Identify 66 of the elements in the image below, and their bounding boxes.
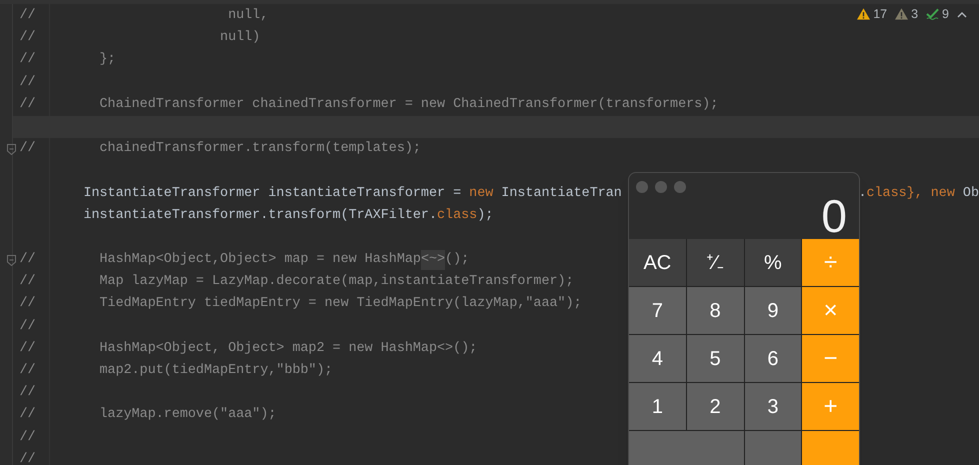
comment-marker: //	[19, 428, 36, 447]
warning-icon	[857, 8, 870, 20]
code-text: TiedMapEntry tiedMapEntry = new TiedMapEntry(lazyMap,"aaa");	[98, 295, 582, 314]
inspection-count: 9	[942, 6, 949, 23]
code-text: class	[437, 206, 478, 225]
window-control[interactable]	[655, 181, 667, 193]
calculator-key[interactable]: 6	[744, 335, 802, 382]
calculator-key[interactable]	[629, 431, 744, 465]
calculator-key[interactable]: 3	[744, 383, 802, 430]
calculator-key[interactable]: 9	[744, 287, 802, 334]
calculator-key[interactable]: 7	[629, 287, 686, 334]
calculator-key[interactable]: 2	[686, 383, 744, 430]
code-text: null)	[219, 29, 260, 48]
calculator-display: 0	[821, 193, 847, 239]
inspection-count: 17	[873, 6, 888, 23]
window-control[interactable]	[674, 181, 686, 193]
code-text: map2.put(tiedMapEntry,"bbb");	[98, 362, 333, 380]
warning-icon	[895, 8, 908, 20]
calculator-key[interactable]: 1	[629, 383, 686, 430]
code-text: InstantiateTran	[500, 184, 622, 203]
calculator-key[interactable]: AC	[629, 239, 686, 286]
calculator-key[interactable]: %	[744, 239, 802, 286]
comment-marker: //	[19, 406, 36, 424]
comment-marker: //	[19, 51, 36, 70]
fold-icon[interactable]	[7, 255, 16, 266]
code-text: .	[858, 184, 866, 203]
calculator-key[interactable]	[744, 431, 802, 465]
comment-marker: //	[19, 273, 36, 292]
comment-marker: //	[19, 318, 36, 336]
code-text: Map lazyMap = LazyMap.decorate(map,instantiateTransformer);	[98, 273, 574, 292]
fold-icon[interactable]	[7, 144, 16, 156]
calculator-key[interactable]: 8	[686, 287, 744, 334]
comment-marker: //	[19, 362, 36, 380]
inspection-count: 3	[911, 6, 918, 23]
comment-marker: //	[19, 340, 36, 358]
code-text: chainedTransformer.transform(templates);	[98, 140, 421, 158]
code-text: };	[98, 51, 116, 70]
calculator-key[interactable]: ⁺∕₋	[686, 239, 744, 286]
code-text: HashMap<Object, Object> map2 = new HashMap<>();	[98, 340, 478, 358]
comment-marker: //	[19, 74, 36, 92]
code-text: <~>	[420, 250, 446, 270]
code-text: HashMap<Object,Object> map = new HashMap	[98, 251, 421, 270]
code-text: new	[469, 184, 494, 203]
calculator-key[interactable]	[802, 431, 859, 465]
comment-marker: //	[19, 384, 36, 402]
comment-marker: //	[19, 295, 36, 314]
comment-marker: //	[19, 7, 36, 26]
caret-icon[interactable]	[957, 10, 967, 18]
calculator-key[interactable]: 4	[629, 335, 686, 382]
code-text: instantiateTransformer.transform(TrAXFilter.	[83, 206, 438, 225]
code-text: );	[477, 206, 494, 225]
code-text: class}, new	[866, 184, 955, 203]
comment-marker: //	[19, 140, 36, 158]
check-icon	[926, 8, 940, 20]
code-text: lazyMap.remove("aaa");	[98, 406, 276, 424]
comment-marker: //	[19, 251, 36, 270]
window-control[interactable]	[636, 181, 648, 193]
comment-marker: //	[19, 29, 36, 48]
code-text: InstantiateTransformer instantiateTransformer =	[83, 184, 462, 203]
code-text: null,	[227, 7, 268, 26]
comment-marker: //	[19, 450, 36, 465]
code-text: ();	[445, 251, 470, 270]
code-text: ChainedTransformer chainedTransformer = new ChainedTransformer(transformers);	[98, 96, 718, 114]
calculator-key[interactable]: 5	[686, 335, 744, 382]
comment-marker: //	[19, 96, 36, 114]
code-text: Ob	[962, 184, 979, 203]
